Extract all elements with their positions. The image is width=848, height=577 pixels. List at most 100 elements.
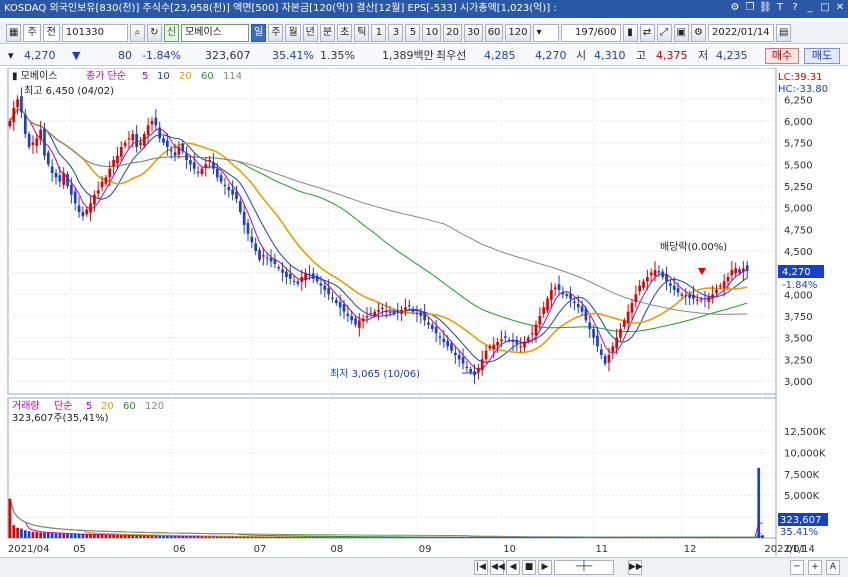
calendar-icon[interactable]: ▤ — [775, 23, 792, 42]
maximize-icon[interactable]: □ — [819, 1, 831, 15]
candle-body — [615, 337, 618, 349]
high-note: 최고 6,450 (04/02) — [24, 85, 114, 97]
candle-body — [142, 134, 146, 146]
interval-60[interactable]: 60 — [484, 23, 504, 42]
interval-20[interactable]: 20 — [443, 23, 462, 42]
candle-body — [642, 281, 645, 288]
tab-minute[interactable]: 분 — [319, 23, 336, 42]
tab-month[interactable]: 월 — [285, 23, 301, 42]
expand-icon[interactable]: ▾ — [8, 46, 14, 66]
volume-bar — [308, 537, 311, 538]
candle-body — [327, 287, 330, 295]
candle-body — [31, 142, 35, 145]
volume-bar — [680, 537, 684, 538]
sell-button[interactable]: 매도 — [804, 48, 840, 64]
close-icon[interactable]: ✕ — [834, 1, 846, 15]
candle-body — [373, 311, 377, 316]
candle-body — [657, 271, 661, 273]
volume-bar — [35, 532, 39, 538]
play-button[interactable]: ▶ — [538, 560, 552, 575]
save-icon[interactable]: ▣ — [673, 23, 689, 42]
interval-dropdown[interactable]: ▾ — [532, 23, 559, 42]
candle-body — [484, 350, 488, 360]
volume-bar — [561, 537, 565, 538]
volume-bar — [657, 537, 661, 538]
best-bid: 4,270 — [535, 49, 567, 62]
gear-icon[interactable]: ⚙ — [690, 23, 706, 42]
back-button[interactable]: ◀ — [506, 560, 520, 575]
restore-icon[interactable]: ❐ — [744, 1, 756, 15]
link-icon[interactable]: ⛓ — [759, 1, 772, 15]
candle-body — [523, 342, 526, 348]
volume-bar — [346, 537, 350, 538]
search-icon[interactable]: ⌕ — [129, 23, 145, 42]
refresh-icon[interactable]: ↻ — [146, 23, 162, 42]
buy-button[interactable]: 매수 — [765, 48, 799, 64]
zoom-in-button[interactable]: + — [808, 560, 822, 575]
volume-bar — [730, 537, 734, 538]
candle-body — [331, 297, 334, 299]
pin-icon[interactable]: T — [774, 1, 786, 15]
volume-bar — [507, 537, 511, 538]
first-button[interactable]: |◀ — [474, 560, 488, 575]
volume-bar — [258, 536, 261, 538]
volume-bar — [715, 537, 718, 538]
candle-body — [619, 329, 622, 338]
candle-body — [738, 269, 741, 273]
interval-3[interactable]: 3 — [388, 23, 404, 42]
minimize-icon[interactable]: _ — [804, 1, 816, 15]
help-icon[interactable]: ? — [789, 1, 801, 15]
volume-bar — [331, 537, 334, 538]
tab-year[interactable]: 년 — [302, 23, 318, 42]
compare-icon[interactable]: ⇄ — [639, 23, 655, 42]
zoom-icon[interactable]: ⤢ — [656, 23, 672, 42]
font-button[interactable]: A — [826, 560, 840, 575]
grid-icon[interactable]: ▦ — [6, 23, 22, 42]
candle-body — [546, 298, 549, 311]
type-select[interactable]: 전 — [42, 23, 60, 42]
window-title: KOSDAQ 외국인보유[830(천)] 주식수[23,958(천)] 액면[5… — [4, 3, 557, 14]
volume-bar — [119, 535, 123, 538]
settings-icon[interactable]: ⚙ — [729, 1, 741, 15]
volume-legend-type: 단순 — [54, 400, 72, 412]
volume-ma-line-120 — [9, 498, 763, 538]
forward-button[interactable]: ▶▶ — [628, 560, 643, 575]
date-input[interactable]: 2022/01/14 — [707, 23, 774, 42]
zoom-out-button[interactable]: ─ — [790, 560, 804, 575]
volume-bar — [396, 537, 400, 538]
candle-body — [116, 155, 119, 164]
tab-day[interactable]: 일 — [251, 23, 267, 42]
volume-bar — [192, 536, 196, 538]
code-input[interactable]: 101330 — [61, 23, 128, 42]
interval-120[interactable]: 120 — [505, 23, 531, 42]
candle-body — [726, 277, 730, 282]
scroll-slider[interactable]: ─┼─ — [554, 560, 614, 575]
interval-5[interactable]: 5 — [405, 23, 421, 42]
volume-bar — [219, 536, 223, 538]
volume-bar — [557, 537, 561, 538]
tab-week[interactable]: 주 — [268, 23, 284, 42]
fast-back-button[interactable]: ◀◀ — [490, 560, 505, 575]
volume-tick-label: 5,000K — [784, 491, 820, 502]
chart-type-icon[interactable]: ▮ — [622, 23, 638, 42]
candle-body — [680, 294, 684, 296]
volume-bar — [319, 537, 323, 538]
interval-10[interactable]: 10 — [422, 23, 442, 42]
volume-bar — [711, 537, 714, 538]
tab-second[interactable]: 초 — [337, 23, 353, 42]
count-display[interactable]: 197/600 — [560, 23, 621, 42]
volume-bar — [46, 532, 50, 538]
market-select[interactable]: 주 — [23, 23, 41, 42]
candle-body — [242, 212, 246, 225]
price-tick-label: 4,000 — [784, 290, 813, 301]
stock-chart[interactable]: 6,250 6,000 5,750 5,500 5,250 5,000 4,750 4,500… — [0, 68, 848, 556]
stop-button[interactable]: ■ — [522, 560, 536, 575]
best-ask: 4,285 — [484, 49, 516, 62]
volume-bar — [166, 535, 169, 538]
interval-1[interactable]: 1 — [371, 23, 387, 42]
interval-30[interactable]: 30 — [463, 23, 483, 42]
volume-bar — [66, 533, 69, 538]
volume-bar — [54, 533, 58, 538]
stock-name[interactable]: 모베이스 — [181, 23, 250, 42]
tab-tick[interactable]: 틱 — [354, 23, 370, 42]
